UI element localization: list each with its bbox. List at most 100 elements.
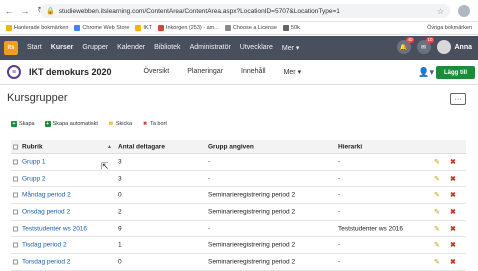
delete-icon[interactable]: ✖ [450, 158, 456, 166]
other-bookmarks[interactable]: Övriga bokmärken [427, 25, 472, 31]
bookmark-item[interactable]: Hanterade bokmärken [6, 25, 68, 31]
group-name-link[interactable]: Måndag period 2 [22, 192, 71, 199]
group-name-link[interactable]: Teststudenter ws 2016 [22, 225, 87, 232]
group-assigned: Seminarieregistrering period 2 [208, 258, 296, 266]
participant-count: 1 [118, 241, 122, 249]
user-avatar[interactable] [436, 40, 451, 54]
edit-icon[interactable]: ✎ [434, 158, 440, 166]
group-assigned: Seminarieregistrering period 2 [208, 208, 296, 216]
row-checkbox[interactable] [13, 176, 18, 182]
bookmark-item[interactable]: Inkorgen (253) - am... [157, 25, 219, 31]
bookmark-icon [74, 25, 81, 31]
hierarchy: - [338, 258, 341, 266]
delete-icon[interactable]: ✖ [450, 241, 456, 249]
nav-item[interactable]: Kalender [117, 44, 145, 52]
back-icon[interactable]: ← [2, 4, 16, 18]
row-checkbox[interactable] [13, 242, 18, 248]
group-name-link[interactable]: Torsdag period 2 [22, 258, 70, 265]
url-field[interactable]: 🔒 studiewebben.itslearning.com/ContentAr… [40, 4, 450, 18]
bookmark-item[interactable]: 50k [282, 25, 300, 31]
plus-icon: + [44, 121, 51, 127]
action-2[interactable]: ✉ Skicka [108, 121, 132, 127]
edit-icon[interactable]: ✎ [434, 208, 440, 216]
course-tab[interactable]: Mer ▾ [284, 68, 302, 76]
delete-icon[interactable]: ✖ [450, 191, 456, 199]
person-icon[interactable]: 👤▾ [418, 67, 434, 78]
notifications-button[interactable]: 🔔 40 [396, 37, 414, 54]
itslearning-logo[interactable]: its [4, 41, 18, 55]
action-label: Ta bort [150, 121, 167, 127]
edit-icon[interactable]: ✎ [434, 258, 440, 266]
user-name[interactable]: Anna [455, 44, 473, 51]
sort-asc-icon[interactable]: ▲ [107, 144, 112, 150]
delete-icon[interactable]: ✖ [450, 175, 456, 183]
row-checkbox[interactable] [13, 226, 18, 232]
action-3[interactable]: ✖ Ta bort [142, 121, 167, 127]
row-checkbox[interactable] [13, 259, 18, 265]
nav-item[interactable]: Utvecklare [240, 44, 273, 52]
star-icon[interactable]: ☆ [437, 7, 444, 16]
bookmark-label: Hanterade bokmärken [14, 25, 69, 31]
course-menu-icon[interactable]: ≡ [7, 65, 21, 79]
course-tab[interactable]: Planeringar [187, 68, 223, 76]
nav-item[interactable]: Mer ▾ [282, 44, 300, 52]
table-row: Grupp 2 3 - - ✎ ✖ [11, 171, 466, 188]
bookmark-label: Chrome Web Store [82, 25, 130, 31]
course-tab[interactable]: Översikt [144, 68, 170, 76]
delete-icon[interactable]: ✖ [450, 208, 456, 216]
address-bar: ← → ↻ 🔒 studiewebben.itslearning.com/Con… [0, 0, 478, 22]
forward-icon[interactable]: → [18, 4, 32, 18]
course-tab[interactable]: Innehåll [241, 68, 266, 76]
messages-button[interactable]: ✉ 10 [416, 37, 434, 54]
bookmark-item[interactable]: Chrome Web Store [74, 25, 129, 31]
nav-item[interactable]: Administratör [190, 44, 231, 52]
participant-count: 9 [118, 225, 122, 233]
header-rubrik[interactable]: Rubrik [22, 143, 43, 150]
hierarchy: - [338, 241, 341, 249]
main-navigation: its Start Kurser Grupper Kalender Bibliotek A… [0, 36, 478, 60]
hierarchy: Teststudenter ws 2016 [338, 225, 404, 233]
chat-icon: ✉ [420, 44, 427, 51]
participant-count: 2 [118, 208, 122, 216]
edit-icon[interactable]: ✎ [434, 225, 440, 233]
bookmark-item[interactable]: Choose a License [224, 25, 277, 31]
add-button[interactable]: Lägg till [436, 66, 475, 79]
group-assigned: Seminarieregistrering period 2 [208, 241, 296, 249]
more-options-button[interactable]: ··· [450, 93, 466, 105]
hierarchy: - [338, 158, 341, 166]
envelope-icon: ✉ [108, 121, 113, 127]
action-0[interactable]: + Skapa [11, 121, 35, 127]
nav-item[interactable]: Bibliotek [154, 44, 180, 52]
row-checkbox[interactable] [13, 209, 18, 215]
nav-item[interactable]: Start [27, 44, 42, 52]
notifications-badge: 40 [406, 37, 414, 43]
delete-icon[interactable]: ✖ [450, 258, 456, 266]
nav-item[interactable]: Grupper [82, 44, 108, 52]
profile-avatar[interactable] [458, 5, 470, 17]
row-checkbox[interactable] [13, 192, 18, 198]
group-name-link[interactable]: Grupp 1 [22, 158, 46, 165]
course-bar: ≡ IKT demokurs 2020 Översikt Planeringar I… [0, 60, 478, 85]
bookmark-icon [135, 25, 142, 31]
edit-icon[interactable]: ✎ [434, 175, 440, 183]
action-label: Skapa automatiskt [52, 121, 98, 127]
group-name-link[interactable]: Tisdag period 2 [22, 242, 67, 249]
nav-item[interactable]: Kurser [51, 44, 74, 52]
table-row: Tisdag period 2 1 Seminarieregistrering pe… [11, 237, 466, 255]
delete-icon[interactable]: ✖ [450, 225, 456, 233]
header-hierarki: Hierarki [338, 143, 363, 150]
table-row: Grupp 1 3 - - ✎ ✖ [11, 154, 466, 171]
group-name-link[interactable]: Onsdag period 2 [22, 208, 70, 215]
group-name-link[interactable]: Grupp 2 [22, 175, 46, 182]
edit-icon[interactable]: ✎ [434, 191, 440, 199]
course-title: IKT demokurs 2020 [29, 67, 112, 77]
select-all-checkbox[interactable] [13, 144, 18, 149]
row-checkbox[interactable] [13, 159, 18, 165]
edit-icon[interactable]: ✎ [434, 241, 440, 249]
bookmarks-bar: Hanterade bokmärken Chrome Web Store IKT In… [0, 22, 478, 35]
table-row: Onsdag period 2 2 Seminarieregistrering pe… [11, 204, 466, 221]
header-grupp: Grupp angiven [208, 143, 254, 150]
action-1[interactable]: + Skapa automatiskt [44, 121, 98, 127]
page-title: Kursgrupper [7, 92, 68, 104]
bookmark-item[interactable]: IKT [135, 25, 152, 31]
